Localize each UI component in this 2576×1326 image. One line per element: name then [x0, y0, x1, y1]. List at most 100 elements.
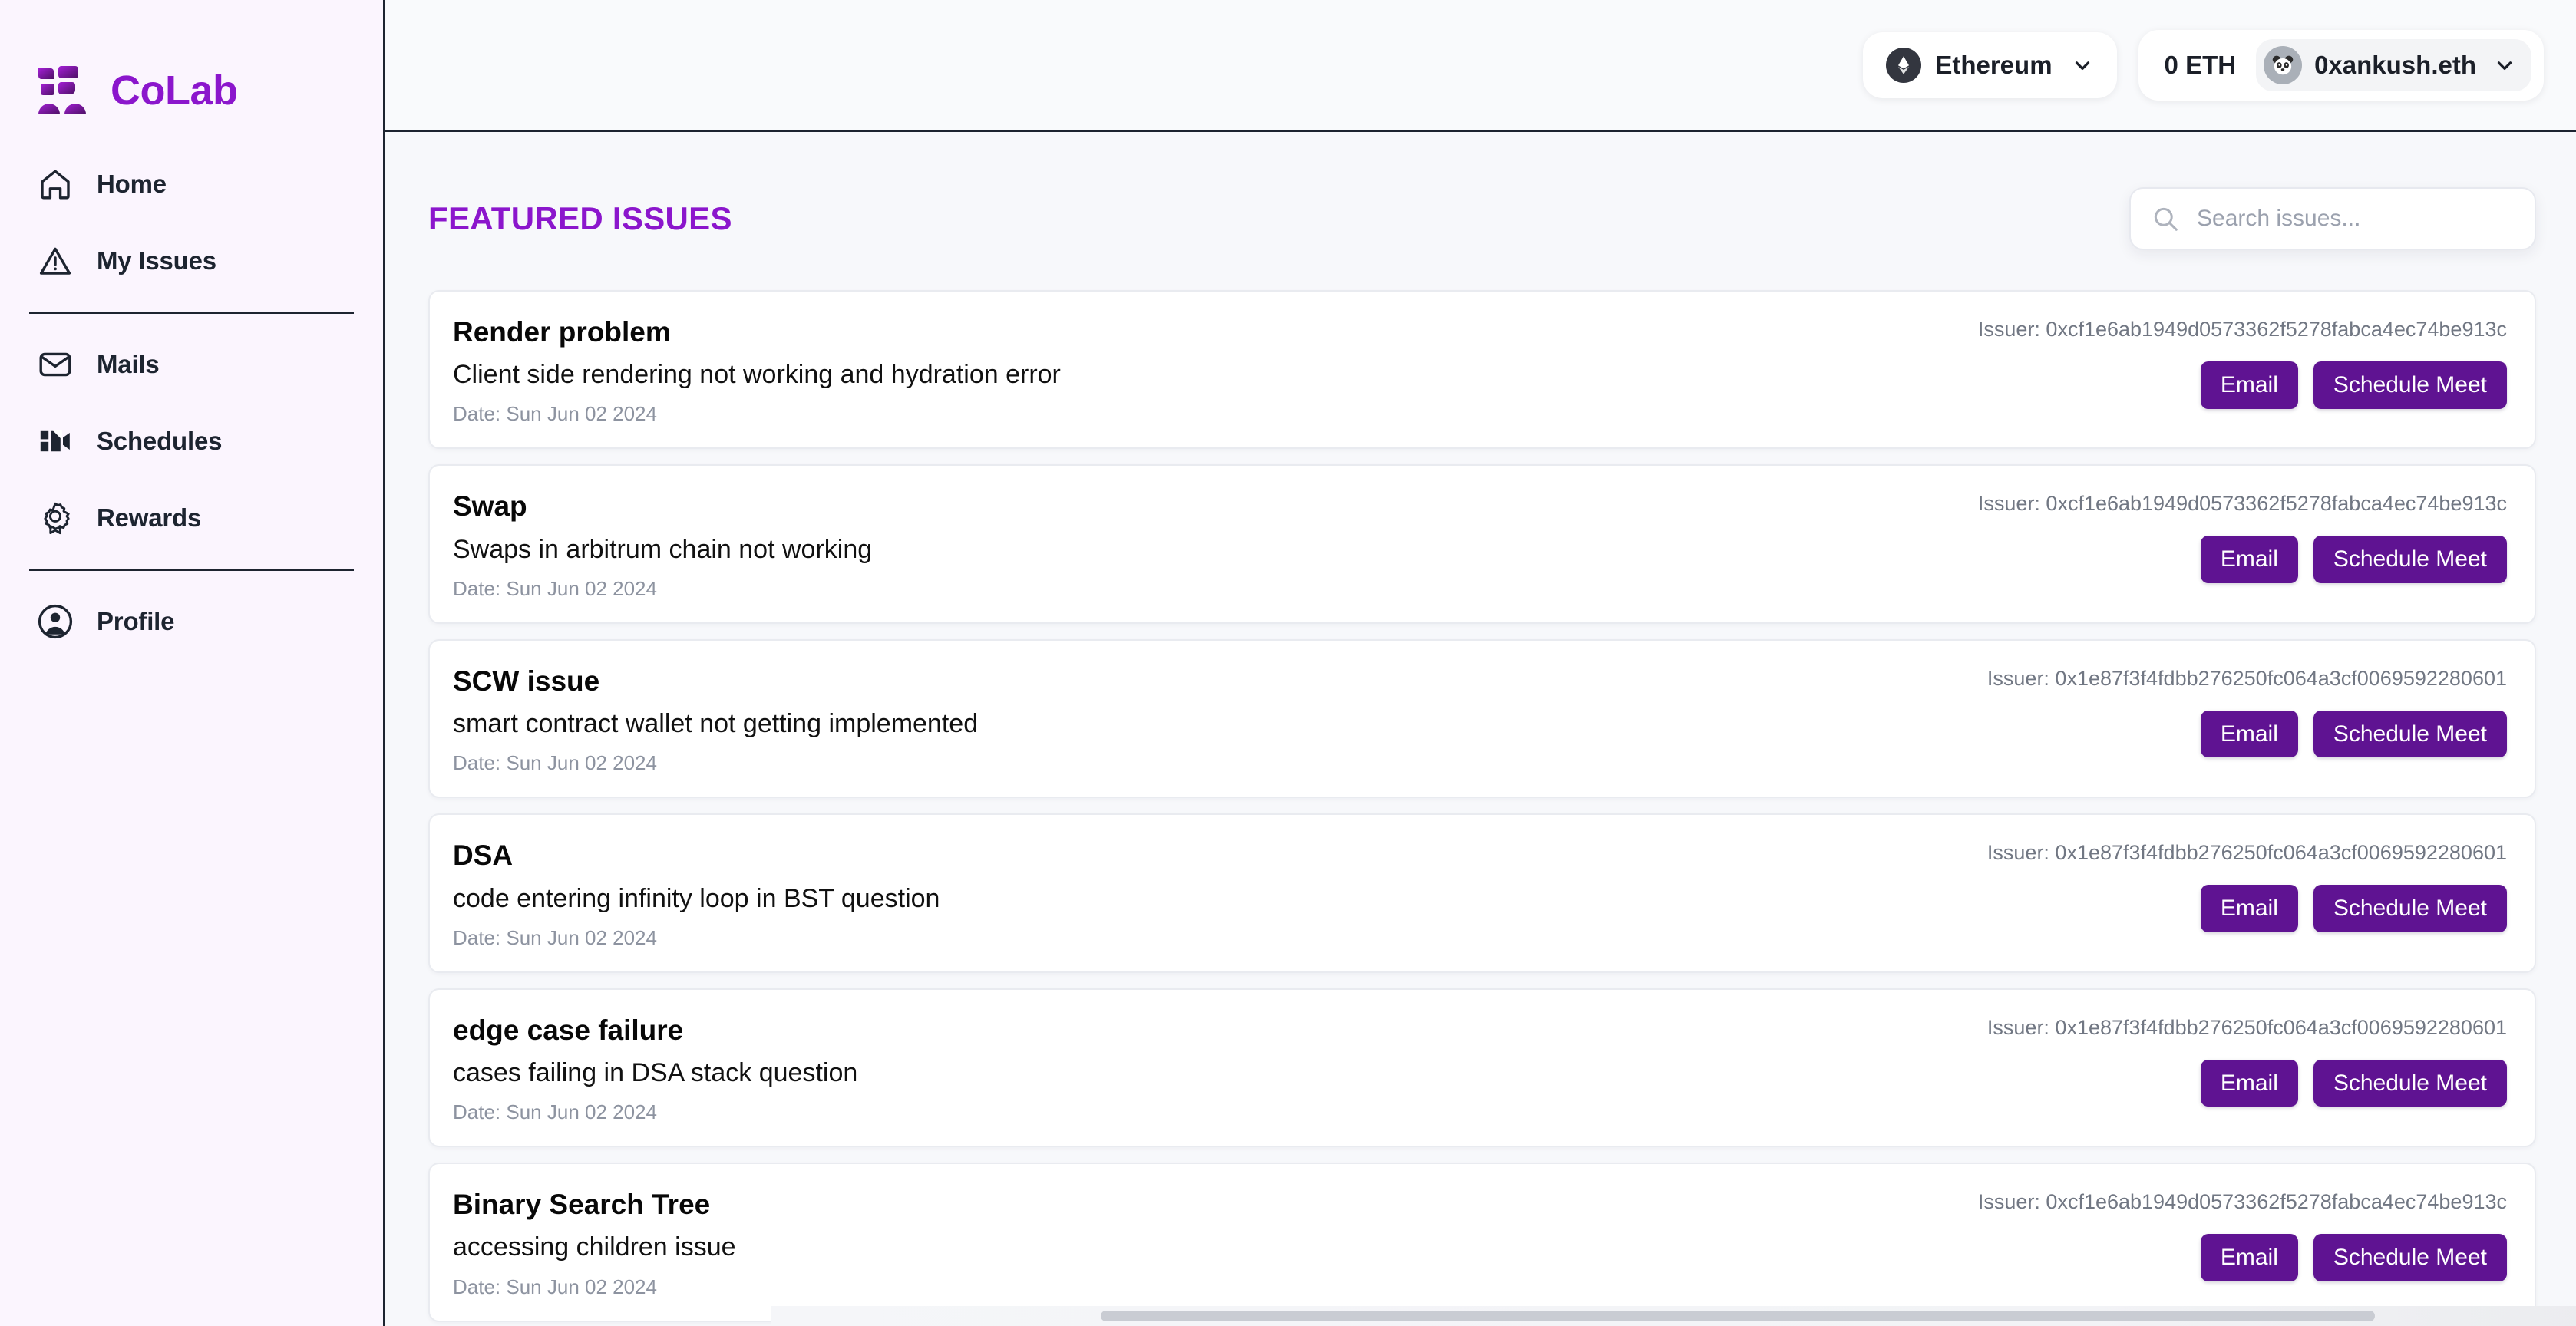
email-button[interactable]: Email: [2200, 710, 2298, 758]
chain-label: Ethereum: [1935, 50, 2053, 79]
chain-selector[interactable]: Ethereum: [1863, 31, 2117, 98]
issue-details: edge case failure cases failing in DSA s…: [453, 1013, 857, 1124]
issue-meta: Issuer: 0xcf1e6ab1949d0573362f5278fabca4…: [1978, 315, 2507, 409]
issue-title: Swap: [453, 490, 527, 523]
horizontal-scrollbar[interactable]: [771, 1306, 2576, 1326]
brand-logo-area[interactable]: CoLab: [28, 0, 355, 146]
email-button[interactable]: Email: [2200, 536, 2298, 584]
issue-description: Client side rendering not working and hy…: [453, 360, 1061, 390]
account-selector[interactable]: 0 ETH 0xankush.eth: [2138, 29, 2544, 101]
warning-triangle-icon: [35, 241, 75, 281]
issue-card[interactable]: Swap Swaps in arbitrum chain not working…: [428, 464, 2536, 624]
sidebar-item-schedules[interactable]: Schedules: [31, 403, 352, 480]
chevron-down-icon: [2493, 54, 2516, 77]
chevron-down-icon: [2071, 54, 2094, 77]
issue-title: Render problem: [453, 316, 671, 348]
issue-description: smart contract wallet not getting implem…: [453, 709, 979, 739]
sidebar-item-profile[interactable]: Profile: [31, 583, 352, 660]
email-button[interactable]: Email: [2200, 1059, 2298, 1107]
sidebar-nav-primary: Home My Issues: [28, 146, 355, 299]
issue-card[interactable]: edge case failure cases failing in DSA s…: [428, 988, 2536, 1148]
content-area: FEATURED ISSUES Render problem Client si…: [385, 132, 2576, 1326]
horizontal-scrollbar-thumb[interactable]: [1101, 1311, 2375, 1321]
issue-actions: Email Schedule Meet: [2200, 361, 2507, 409]
award-ribbon-icon: [35, 498, 75, 538]
issuer-address: Issuer: 0x1e87f3f4fdbb276250fc064a3cf006…: [1986, 666, 2507, 690]
issue-meta: Issuer: 0x1e87f3f4fdbb276250fc064a3cf006…: [1987, 838, 2507, 932]
issue-details: DSA code entering infinity loop in BST q…: [453, 838, 940, 949]
main-area: Ethereum 0 ETH 0xankush.eth FEATURED ISS…: [385, 0, 2576, 1326]
search-icon: [2151, 204, 2180, 233]
issue-title: Binary Search Tree: [453, 1189, 711, 1221]
issue-date: Date: Sun Jun 02 2024: [453, 1100, 657, 1124]
issue-date: Date: Sun Jun 02 2024: [453, 925, 657, 949]
issue-title: DSA: [453, 839, 514, 872]
sidebar-item-rewards[interactable]: Rewards: [31, 480, 352, 556]
schedule-meet-button[interactable]: Schedule Meet: [2313, 885, 2507, 932]
sidebar-item-my-issues[interactable]: My Issues: [31, 223, 352, 299]
issue-actions: Email Schedule Meet: [2200, 536, 2507, 584]
video-camera-icon: [35, 421, 75, 461]
schedule-meet-button[interactable]: Schedule Meet: [2313, 536, 2507, 584]
issue-description: code entering infinity loop in BST quest…: [453, 883, 940, 913]
issuer-address: Issuer: 0x1e87f3f4fdbb276250fc064a3cf006…: [1986, 1015, 2507, 1039]
issue-description: accessing children issue: [453, 1232, 736, 1262]
ethereum-icon: [1886, 47, 1922, 83]
issue-card[interactable]: Render problem Client side rendering not…: [428, 290, 2536, 450]
email-button[interactable]: Email: [2200, 1234, 2298, 1281]
email-button[interactable]: Email: [2200, 361, 2298, 409]
issue-title: edge case failure: [453, 1014, 684, 1046]
issue-list: Render problem Client side rendering not…: [428, 290, 2536, 1322]
issue-meta: Issuer: 0xcf1e6ab1949d0573362f5278fabca4…: [1977, 489, 2507, 584]
issue-actions: Email Schedule Meet: [2200, 885, 2507, 932]
issue-meta: Issuer: 0x1e87f3f4fdbb276250fc064a3cf006…: [1987, 664, 2507, 758]
search-box[interactable]: [2129, 187, 2536, 250]
search-input[interactable]: [2197, 206, 2515, 232]
schedule-meet-button[interactable]: Schedule Meet: [2313, 361, 2507, 409]
issue-date: Date: Sun Jun 02 2024: [453, 751, 657, 775]
sidebar-item-label: Mails: [97, 350, 160, 378]
home-icon: [35, 164, 75, 204]
sidebar-nav-secondary: Mails Schedules Rewards: [28, 326, 355, 556]
issue-date: Date: Sun Jun 02 2024: [453, 576, 657, 600]
sidebar-item-label: Home: [97, 170, 167, 198]
envelope-icon: [35, 345, 75, 384]
schedule-meet-button[interactable]: Schedule Meet: [2313, 710, 2507, 758]
content-header: FEATURED ISSUES: [428, 132, 2536, 290]
issue-card[interactable]: Binary Search Tree accessing children is…: [428, 1163, 2536, 1322]
sidebar: CoLab Home My Issues Mails Schedules Rew…: [0, 0, 385, 1326]
issue-title: SCW issue: [453, 665, 600, 697]
sidebar-item-home[interactable]: Home: [31, 146, 352, 223]
sidebar-item-label: Rewards: [97, 503, 202, 532]
issue-card[interactable]: SCW issue smart contract wallet not gett…: [428, 638, 2536, 799]
issue-description: Swaps in arbitrum chain not working: [453, 534, 873, 564]
issuer-address: Issuer: 0xcf1e6ab1949d0573362f5278fabca4…: [1977, 318, 2507, 341]
issue-actions: Email Schedule Meet: [2200, 1059, 2507, 1107]
sidebar-item-label: Schedules: [97, 427, 223, 455]
issue-meta: Issuer: 0x1e87f3f4fdbb276250fc064a3cf006…: [1987, 1013, 2507, 1107]
schedule-meet-button[interactable]: Schedule Meet: [2313, 1234, 2507, 1281]
issue-details: Swap Swaps in arbitrum chain not working…: [453, 489, 872, 600]
sidebar-item-label: Profile: [97, 607, 175, 635]
issuer-address: Issuer: 0xcf1e6ab1949d0573362f5278fabca4…: [1977, 1190, 2507, 1214]
issue-description: cases failing in DSA stack question: [453, 1058, 858, 1087]
issue-card[interactable]: DSA code entering infinity loop in BST q…: [428, 813, 2536, 973]
sidebar-nav-account: Profile: [28, 583, 355, 660]
issue-details: Render problem Client side rendering not…: [453, 315, 1061, 426]
sidebar-item-mails[interactable]: Mails: [31, 326, 352, 403]
issuer-address: Issuer: 0xcf1e6ab1949d0573362f5278fabca4…: [1977, 492, 2507, 516]
issue-date: Date: Sun Jun 02 2024: [453, 402, 657, 426]
schedule-meet-button[interactable]: Schedule Meet: [2313, 1059, 2507, 1107]
email-button[interactable]: Email: [2200, 885, 2298, 932]
issue-details: SCW issue smart contract wallet not gett…: [453, 664, 978, 775]
sidebar-divider-1: [29, 312, 354, 314]
issue-actions: Email Schedule Meet: [2200, 710, 2507, 758]
brand-name: CoLab: [111, 68, 238, 114]
account-inner[interactable]: 0xankush.eth: [2256, 38, 2531, 91]
user-avatar-icon: [35, 602, 75, 642]
issuer-address: Issuer: 0x1e87f3f4fdbb276250fc064a3cf006…: [1986, 841, 2507, 865]
issue-actions: Email Schedule Meet: [2200, 1234, 2507, 1281]
issue-details: Binary Search Tree accessing children is…: [453, 1187, 736, 1298]
issue-date: Date: Sun Jun 02 2024: [453, 1275, 657, 1298]
panda-avatar-icon: [2264, 45, 2303, 84]
